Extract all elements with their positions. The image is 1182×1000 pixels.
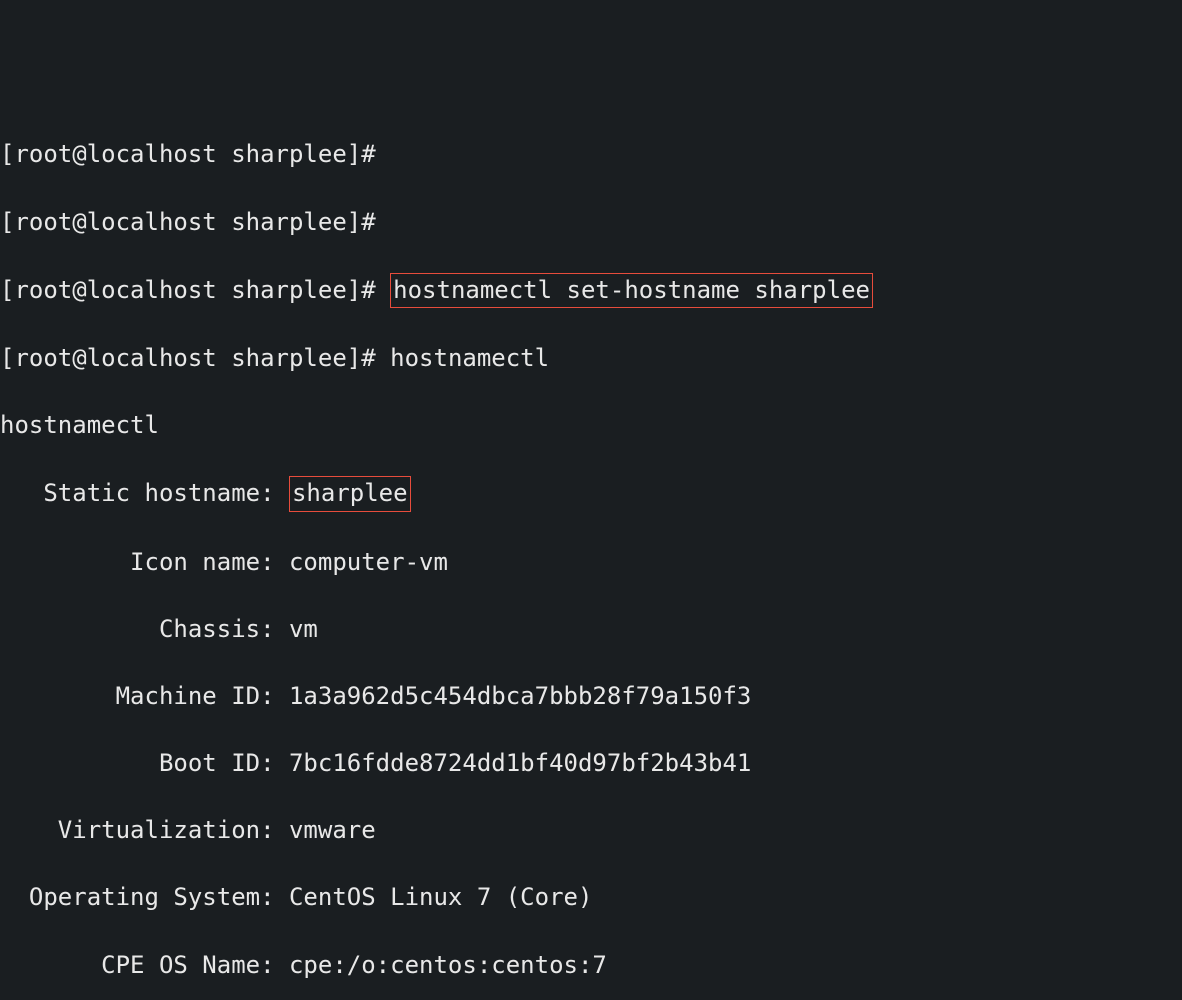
output-value: vmware [289, 816, 376, 844]
output-row-static-hostname: Static hostname: sharplee [0, 476, 1182, 512]
output-value: sharplee [292, 479, 408, 507]
value-highlight: sharplee [289, 476, 411, 512]
output-value: vm [289, 615, 318, 643]
output-label: Operating System: [0, 883, 289, 911]
prompt-line-1: [root@localhost sharplee]# [0, 138, 1182, 172]
prompt-line-3: [root@localhost sharplee]# hostnamectl s… [0, 273, 1182, 309]
command-text[interactable]: hostnamectl set-hostname sharplee [393, 276, 870, 304]
output-label: Chassis: [0, 615, 289, 643]
shell-prompt: [root@localhost sharplee]# [0, 276, 390, 304]
prompt-line-4: [root@localhost sharplee]# hostnamectl [0, 342, 1182, 376]
output-row-virtualization: Virtualization: vmware [0, 814, 1182, 848]
shell-prompt: [root@localhost sharplee]# [0, 344, 390, 372]
output-value: CentOS Linux 7 (Core) [289, 883, 592, 911]
output-row-chassis: Chassis: vm [0, 613, 1182, 647]
output-row-icon-name: Icon name: computer-vm [0, 546, 1182, 580]
output-value: 1a3a962d5c454dbca7bbb28f79a150f3 [289, 682, 751, 710]
shell-prompt: [root@localhost sharplee]# [0, 208, 390, 236]
shell-prompt: [root@localhost sharplee]# [0, 140, 390, 168]
output-row-boot-id: Boot ID: 7bc16fdde8724dd1bf40d97bf2b43b4… [0, 747, 1182, 781]
echo-text: hostnamectl [0, 411, 159, 439]
output-label: Virtualization: [0, 816, 289, 844]
echo-line: hostnamectl [0, 409, 1182, 443]
command-text[interactable]: hostnamectl [390, 344, 549, 372]
output-label: CPE OS Name: [0, 951, 289, 979]
prompt-line-2: [root@localhost sharplee]# [0, 206, 1182, 240]
output-label: Static hostname: [0, 479, 289, 507]
output-value: 7bc16fdde8724dd1bf40d97bf2b43b41 [289, 749, 751, 777]
output-row-machine-id: Machine ID: 1a3a962d5c454dbca7bbb28f79a1… [0, 680, 1182, 714]
output-label: Icon name: [0, 548, 289, 576]
output-value: cpe:/o:centos:centos:7 [289, 951, 607, 979]
output-label: Boot ID: [0, 749, 289, 777]
output-value: computer-vm [289, 548, 448, 576]
command-highlight: hostnamectl set-hostname sharplee [390, 273, 873, 309]
output-row-cpe: CPE OS Name: cpe:/o:centos:centos:7 [0, 949, 1182, 983]
output-label: Machine ID: [0, 682, 289, 710]
output-row-os: Operating System: CentOS Linux 7 (Core) [0, 881, 1182, 915]
